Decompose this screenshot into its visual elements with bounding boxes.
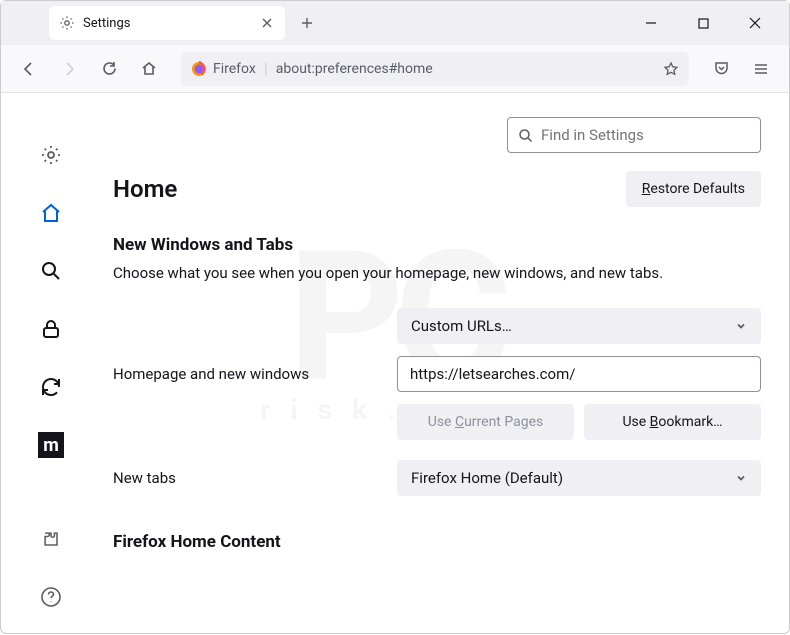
sidebar-item-sync[interactable]: [33, 369, 69, 405]
app-menu-button[interactable]: [745, 53, 777, 85]
close-tab-icon[interactable]: [259, 15, 275, 31]
sidebar-item-home[interactable]: [33, 195, 69, 231]
newtabs-label: New tabs: [113, 469, 381, 487]
chevron-down-icon: [735, 472, 747, 484]
m-icon: m: [38, 432, 64, 458]
section-firefox-home-title: Firefox Home Content: [113, 532, 761, 552]
homepage-url-input[interactable]: [397, 356, 761, 392]
sidebar-item-extensions[interactable]: [33, 521, 69, 557]
homepage-mode-value: Custom URLs…: [411, 317, 512, 335]
titlebar: Settings: [1, 1, 789, 45]
sidebar: m: [1, 93, 101, 635]
restore-defaults-button[interactable]: RRestore Defaultsestore Defaults: [626, 171, 761, 207]
home-button[interactable]: [133, 53, 165, 85]
chevron-down-icon: [735, 320, 747, 332]
page-title: Home: [113, 175, 177, 203]
main-panel: Home RRestore Defaultsestore Defaults Ne…: [101, 93, 789, 635]
use-bookmark-button[interactable]: Use Bookmark…: [584, 404, 761, 440]
save-to-pocket-button[interactable]: [705, 53, 737, 85]
window-controls: [637, 9, 781, 37]
newtabs-select[interactable]: Firefox Home (Default): [397, 460, 761, 496]
close-window-button[interactable]: [741, 9, 769, 37]
urlbar-separator: |: [264, 59, 268, 78]
browser-tab[interactable]: Settings: [49, 6, 285, 40]
sidebar-item-more[interactable]: m: [33, 427, 69, 463]
minimize-button[interactable]: [637, 9, 665, 37]
identity-box[interactable]: Firefox: [191, 61, 256, 77]
new-tab-button[interactable]: [293, 9, 321, 37]
firefox-icon: [191, 61, 207, 77]
maximize-button[interactable]: [689, 9, 717, 37]
sidebar-item-general[interactable]: [33, 137, 69, 173]
bookmark-star-icon[interactable]: [663, 61, 679, 77]
forward-button: [53, 53, 85, 85]
settings-search-input[interactable]: [541, 126, 750, 144]
section-new-windows-desc: Choose what you see when you open your h…: [113, 263, 761, 284]
sidebar-item-privacy[interactable]: [33, 311, 69, 347]
reload-button[interactable]: [93, 53, 125, 85]
back-button[interactable]: [13, 53, 45, 85]
identity-label: Firefox: [213, 61, 256, 77]
search-icon: [518, 128, 533, 143]
url-text: about:preferences#home: [276, 61, 655, 77]
section-new-windows-title: New Windows and Tabs: [113, 235, 761, 255]
sidebar-item-help[interactable]: [33, 579, 69, 615]
use-current-pages-button: Use Current Pages: [397, 404, 574, 440]
gear-icon: [59, 15, 75, 31]
homepage-mode-select[interactable]: Custom URLs…: [397, 308, 761, 344]
newtabs-value: Firefox Home (Default): [411, 469, 563, 487]
settings-search[interactable]: [507, 117, 761, 153]
url-bar[interactable]: Firefox | about:preferences#home: [181, 52, 689, 86]
tab-title: Settings: [83, 16, 251, 31]
toolbar: Firefox | about:preferences#home: [1, 45, 789, 93]
homepage-label: Homepage and new windows: [113, 365, 381, 383]
sidebar-item-search[interactable]: [33, 253, 69, 289]
content-area: m Home RRestore Defaultsestore Defaults …: [1, 93, 789, 635]
